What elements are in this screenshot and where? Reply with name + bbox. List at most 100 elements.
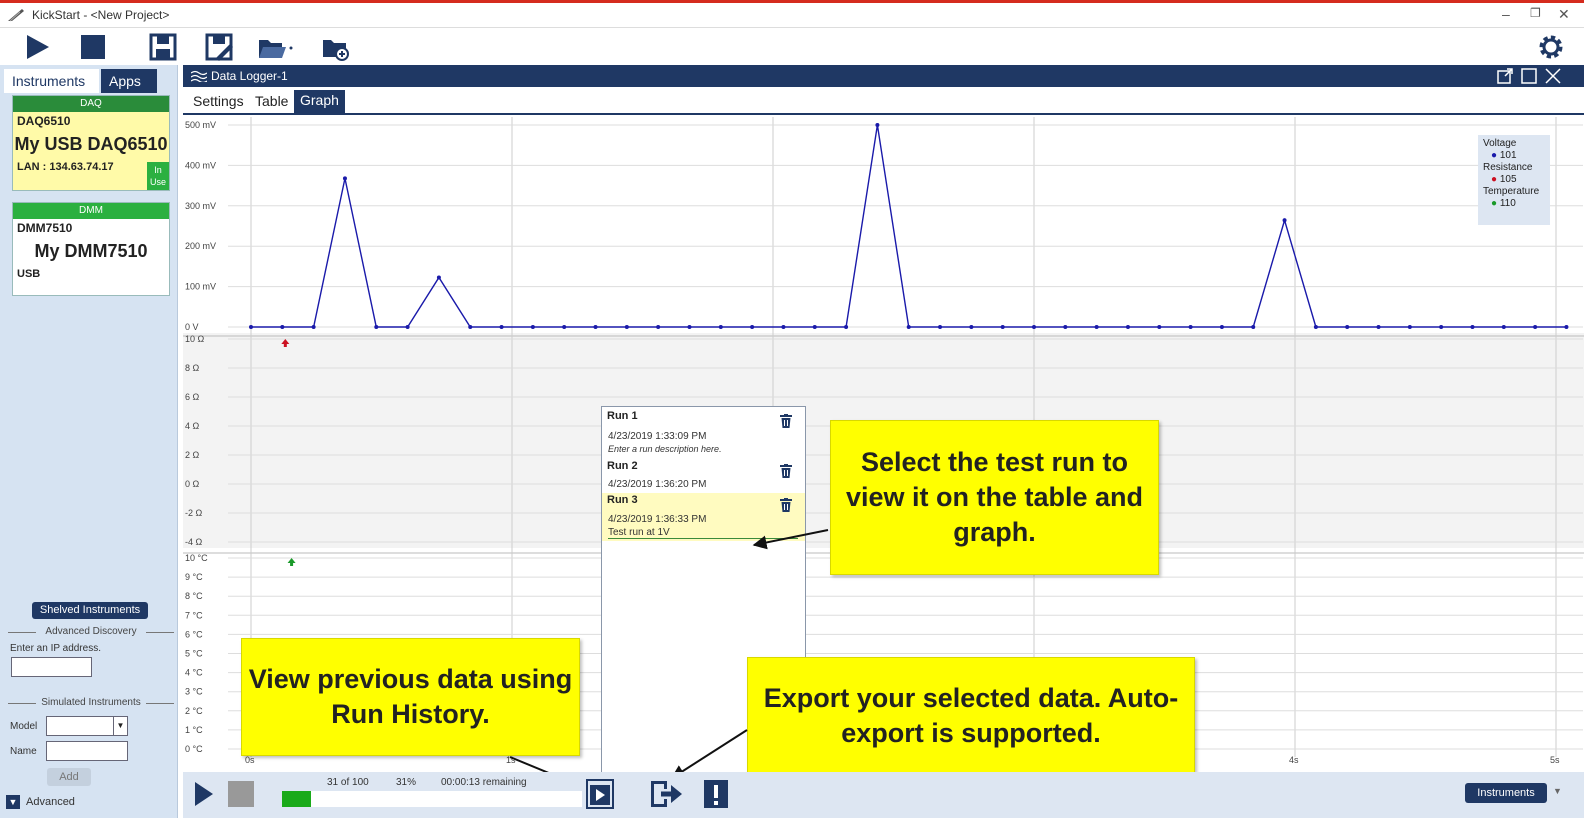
stop-icon[interactable] — [228, 781, 254, 807]
instrument-connection: LAN : 134.63.74.17 — [17, 161, 114, 173]
y-tick-label: 2 °C — [185, 706, 203, 716]
y-tick-label: 7 °C — [185, 610, 203, 620]
window-title: KickStart - <New Project> — [32, 8, 170, 22]
y-tick-label: 500 mV — [185, 120, 216, 130]
data-point — [499, 325, 504, 329]
advanced-label[interactable]: Advanced — [26, 796, 75, 808]
y-tick-label: 2 Ω — [185, 450, 200, 460]
model-label: Model — [10, 721, 38, 732]
instrument-card-dmm7510[interactable]: DMM DMM7510 My DMM7510 USB — [12, 202, 170, 296]
close-panel-icon[interactable] — [1545, 68, 1561, 84]
title-bar: KickStart - <New Project> – ❐ ✕ — [0, 0, 1584, 28]
run-item-1[interactable]: Run 1 4/23/2019 1:33:09 PM Enter a run d… — [602, 407, 805, 459]
legend-resistance-channel: ● 105 — [1483, 174, 1545, 186]
y-tick-label: 1 °C — [185, 725, 203, 735]
data-point — [687, 325, 692, 329]
data-point — [1032, 325, 1036, 329]
save-icon[interactable] — [148, 32, 178, 62]
open-project-icon[interactable] — [256, 32, 296, 62]
legend-channel: 110 — [1499, 198, 1516, 209]
y-tick-label: 6 °C — [185, 629, 203, 639]
ip-address-input[interactable] — [11, 657, 92, 677]
data-point — [342, 176, 347, 181]
data-point — [1345, 325, 1350, 329]
tab-apps[interactable]: Apps — [101, 69, 157, 93]
data-point — [405, 325, 410, 329]
data-point — [750, 325, 755, 329]
run-icon[interactable] — [193, 780, 215, 808]
data-point — [844, 325, 849, 329]
data-point — [1157, 325, 1162, 329]
run-description[interactable]: Enter a run description here. — [608, 444, 722, 454]
close-icon[interactable]: ✕ — [1558, 6, 1570, 23]
data-point — [656, 325, 661, 329]
popout-icon[interactable] — [1497, 68, 1513, 84]
data-point — [781, 325, 786, 329]
kickstart-logo-icon — [8, 9, 24, 22]
run-description-input[interactable]: Test run at 1V — [608, 527, 798, 539]
model-select[interactable]: ▼ — [46, 716, 128, 736]
data-point — [718, 325, 723, 329]
add-button[interactable]: Add — [47, 768, 91, 786]
alert-icon[interactable] — [703, 779, 729, 809]
run-item-2[interactable]: Run 2 4/23/2019 1:36:20 PM — [602, 459, 805, 493]
tab-table[interactable]: Table — [249, 91, 294, 111]
expand-chevron-icon[interactable]: ▼ — [6, 795, 20, 809]
y-tick-label: 100 mV — [185, 282, 216, 292]
ip-prompt: Enter an IP address. — [10, 643, 101, 654]
run-icon[interactable] — [22, 32, 52, 62]
data-point — [1094, 325, 1099, 329]
in-use-text-2: Use — [149, 177, 166, 187]
maximize-icon[interactable] — [1521, 68, 1537, 84]
data-point — [1501, 325, 1506, 329]
in-use-text: In — [154, 165, 162, 175]
name-label: Name — [10, 746, 37, 757]
legend-dot-icon: ● — [1491, 174, 1500, 185]
tab-instruments[interactable]: Instruments — [4, 69, 99, 93]
legend-voltage-channel: ● 101 — [1483, 150, 1545, 162]
simulated-instruments-label: Simulated Instruments — [8, 697, 174, 708]
restore-icon[interactable]: ❐ — [1530, 6, 1541, 20]
trash-icon[interactable] — [780, 498, 792, 512]
data-point — [624, 325, 629, 329]
trash-icon[interactable] — [780, 464, 792, 478]
data-point — [280, 325, 285, 329]
tab-settings[interactable]: Settings — [187, 91, 250, 111]
data-point — [812, 325, 817, 329]
in-use-badge: In Use — [147, 162, 169, 190]
name-input[interactable] — [46, 741, 128, 761]
new-folder-icon[interactable] — [320, 32, 350, 62]
instrument-card-daq6510[interactable]: DAQ DAQ6510 My USB DAQ6510 LAN : 134.63.… — [12, 95, 170, 191]
instruments-button[interactable]: Instruments — [1465, 783, 1547, 803]
minimize-icon[interactable]: – — [1502, 6, 1510, 22]
callout-run-history: View previous data using Run History. — [241, 638, 580, 756]
data-point — [562, 325, 567, 329]
data-point — [283, 344, 287, 347]
trash-icon[interactable] — [780, 414, 792, 428]
chevron-down-icon[interactable]: ▼ — [1553, 786, 1562, 796]
data-point — [1533, 325, 1538, 329]
legend-dot-icon: ● — [1491, 150, 1500, 161]
stop-icon[interactable] — [78, 32, 108, 62]
save-as-icon[interactable] — [204, 32, 234, 62]
data-point — [1000, 325, 1005, 329]
run-history-icon[interactable] — [586, 779, 614, 809]
run-item-3[interactable]: Run 3 4/23/2019 1:36:33 PM Test run at 1… — [602, 493, 805, 541]
y-tick-label: 8 °C — [185, 591, 203, 601]
data-point — [1063, 325, 1068, 329]
export-icon[interactable] — [649, 779, 683, 809]
settings-gear-icon[interactable] — [1536, 32, 1566, 62]
data-point — [906, 325, 911, 329]
data-point — [875, 123, 880, 127]
y-tick-label: 0 Ω — [185, 479, 200, 489]
progress-count: 31 of 100 — [327, 777, 369, 788]
x-tick-label: 5s — [1550, 755, 1560, 765]
legend-channel: 101 — [1499, 150, 1517, 161]
shelved-instruments-button[interactable]: Shelved Instruments — [32, 602, 148, 619]
tab-graph[interactable]: Graph — [294, 90, 345, 115]
bottom-bar: 31 of 100 31% 00:00:13 remaining Instrum… — [183, 772, 1584, 818]
y-tick-label: -4 Ω — [185, 537, 203, 547]
y-tick-label: 400 mV — [185, 160, 216, 170]
legend-channel: 105 — [1499, 174, 1517, 185]
data-point — [938, 325, 943, 329]
